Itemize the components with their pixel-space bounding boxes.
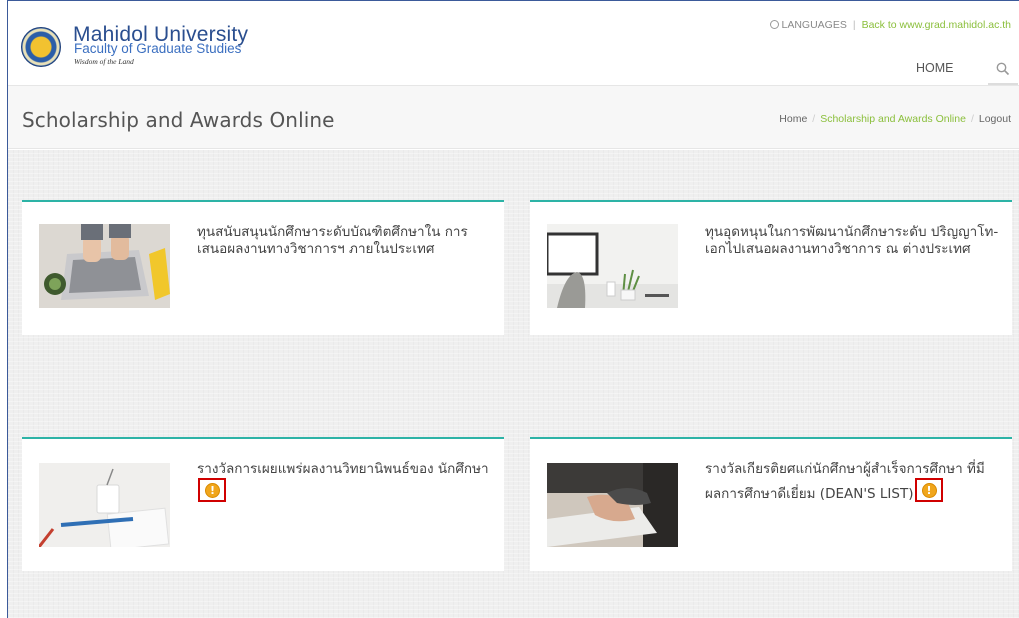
desk-monitor-image[interactable] — [547, 224, 678, 308]
card-title-text[interactable]: รางวัลการเผยแพร่ผลงานวิทยานิพนธ์ของ นักศ… — [197, 461, 489, 477]
nav-home-link[interactable]: HOME — [916, 61, 954, 75]
card-title[interactable]: รางวัลการเผยแพร่ผลงานวิทยานิพนธ์ของ นักศ… — [197, 461, 492, 503]
page-title-bar: Scholarship and Awards Online Home / Schol… — [8, 85, 1019, 149]
search-icon — [996, 62, 1010, 76]
breadcrumb: Home / Scholarship and Awards Online / Logou… — [779, 113, 1011, 125]
search-button[interactable] — [988, 55, 1018, 85]
scholarship-card-domestic[interactable]: ทุนสนับสนุนนักศึกษาระดับบัณฑิตศึกษาใน กา… — [22, 200, 504, 335]
warning-indicator-box[interactable]: ! — [914, 478, 943, 502]
languages-link[interactable]: LANGUAGES — [782, 19, 847, 31]
award-card-deans-list[interactable]: รางวัลเกียรติยศแก่นักศึกษาผู้สำเร็จการศึ… — [530, 437, 1012, 571]
card-title[interactable]: ทุนอุดหนุนในการพัฒนานักศึกษาระดับ ปริญญา… — [705, 224, 1000, 258]
warning-icon: ! — [921, 483, 937, 498]
warning-indicator-box[interactable]: ! — [198, 478, 226, 502]
breadcrumb-current[interactable]: Scholarship and Awards Online — [820, 113, 966, 125]
logo-subtitle[interactable]: Faculty of Graduate Studies — [74, 41, 241, 56]
card-title[interactable]: ทุนสนับสนุนนักศึกษาระดับบัณฑิตศึกษาใน กา… — [197, 224, 492, 258]
laptop-hands-image[interactable] — [39, 224, 170, 308]
scholarship-card-international[interactable]: ทุนอุดหนุนในการพัฒนานักศึกษาระดับ ปริญญา… — [530, 200, 1012, 335]
typing-keyboard-image[interactable] — [547, 463, 678, 547]
site-header: Mahidol University Faculty of Graduate S… — [8, 1, 1019, 85]
university-seal-logo[interactable] — [21, 27, 61, 67]
warning-icon: ! — [205, 483, 220, 498]
breadcrumb-separator: / — [812, 113, 816, 125]
logout-link[interactable]: Logout — [979, 113, 1011, 125]
card-title[interactable]: รางวัลเกียรติยศแก่นักศึกษาผู้สำเร็จการศึ… — [705, 461, 1000, 503]
page-title: Scholarship and Awards Online — [22, 108, 335, 132]
cup-notebook-image[interactable] — [39, 463, 170, 547]
breadcrumb-separator: / — [970, 113, 974, 125]
divider: | — [852, 19, 856, 31]
logo-tagline: Wisdom of the Land — [74, 57, 134, 66]
globe-icon — [769, 20, 779, 29]
award-card-thesis[interactable]: รางวัลการเผยแพร่ผลงานวิทยานิพนธ์ของ นักศ… — [22, 437, 504, 571]
card-title-text[interactable]: รางวัลเกียรติยศแก่นักศึกษาผู้สำเร็จการศึ… — [705, 461, 985, 502]
top-links: LANGUAGES | Back to www.grad.mahidol.ac.th — [769, 19, 1011, 31]
breadcrumb-home[interactable]: Home — [779, 113, 807, 125]
back-to-site-link[interactable]: Back to www.grad.mahidol.ac.th — [862, 19, 1011, 31]
